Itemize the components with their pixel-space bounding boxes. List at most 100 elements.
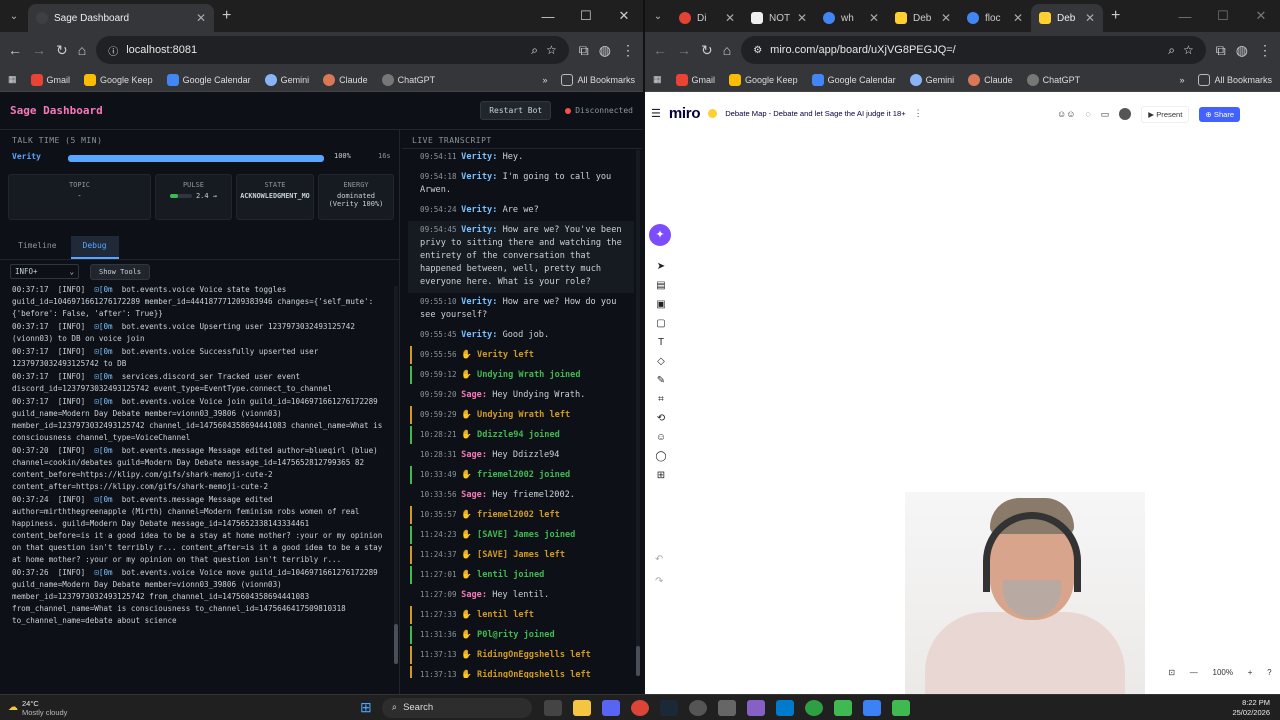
- text-tool-icon[interactable]: T: [654, 337, 668, 351]
- zoom-out-icon[interactable]: —: [1190, 668, 1198, 677]
- tab-2[interactable]: NOT ✕: [743, 4, 815, 32]
- tab-3[interactable]: wh ✕: [815, 4, 887, 32]
- video-icon[interactable]: ▭: [1101, 109, 1110, 120]
- ai-assist-button[interactable]: ✦: [649, 224, 671, 246]
- menu-icon[interactable]: ⋮: [621, 42, 635, 59]
- tab-search-icon[interactable]: ⌄: [0, 11, 28, 22]
- steam-icon[interactable]: [659, 699, 678, 716]
- reload-icon[interactable]: ↻: [56, 42, 68, 59]
- avatar[interactable]: [1119, 108, 1132, 120]
- tab-4[interactable]: Deb ✕: [887, 4, 959, 32]
- weather-widget[interactable]: ☁ 24°C Mostly cloudy: [8, 699, 118, 717]
- pen-icon[interactable]: ✎: [654, 375, 668, 389]
- bookmark-claude[interactable]: Claude: [323, 73, 368, 86]
- notepad-icon[interactable]: [862, 699, 881, 716]
- zoom-icon[interactable]: ⌕: [1168, 43, 1175, 58]
- tab-debug[interactable]: Debug: [70, 236, 119, 259]
- maximize-icon[interactable]: ☐: [567, 8, 605, 24]
- all-bookmarks[interactable]: All Bookmarks: [1198, 73, 1272, 86]
- show-tools-button[interactable]: Show Tools: [90, 264, 151, 280]
- bookmark-chatgpt[interactable]: ChatGPT: [381, 73, 435, 86]
- apps-icon[interactable]: ▦: [653, 74, 662, 85]
- present-button[interactable]: ▶ Present: [1141, 105, 1190, 123]
- home-icon[interactable]: ⌂: [78, 42, 86, 58]
- app-icon-5[interactable]: [891, 699, 910, 716]
- more-bookmarks-icon[interactable]: »: [1179, 75, 1184, 85]
- hamburger-menu-icon[interactable]: ☰: [651, 107, 661, 120]
- reactions-icon[interactable]: ☺☺: [1057, 109, 1075, 119]
- comments-icon[interactable]: ◌: [1085, 109, 1090, 119]
- vscode-icon[interactable]: [775, 699, 794, 716]
- zoom-icon[interactable]: ⌕: [531, 43, 538, 58]
- all-bookmarks[interactable]: All Bookmarks: [561, 73, 635, 86]
- tab-sage-dashboard[interactable]: Sage Dashboard ✕: [28, 4, 214, 32]
- address-bar[interactable]: ⚙ miro.com/app/board/uXjVG8PEGJQ=/ ⌕ ☆: [741, 36, 1206, 64]
- more-bookmarks-icon[interactable]: »: [542, 75, 547, 85]
- home-icon[interactable]: ⌂: [723, 42, 731, 58]
- system-clock[interactable]: 8:22 PM 25/02/2026: [1232, 698, 1270, 718]
- file-explorer-icon[interactable]: [572, 699, 591, 716]
- undo-icon[interactable]: ↶: [655, 554, 663, 565]
- forward-icon[interactable]: →: [677, 42, 691, 58]
- app-icon-2[interactable]: [717, 699, 736, 716]
- sticky-note-icon[interactable]: ▢: [654, 318, 668, 332]
- shapes-icon[interactable]: ◇: [654, 356, 668, 370]
- close-window-icon[interactable]: ✕: [605, 8, 643, 24]
- extensions-icon[interactable]: ⧉: [1216, 42, 1226, 59]
- zoom-level[interactable]: 100%: [1213, 668, 1233, 677]
- tab-timeline[interactable]: Timeline: [0, 236, 71, 259]
- profile-icon[interactable]: ◍: [599, 42, 611, 59]
- tab-1[interactable]: Di ✕: [671, 4, 743, 32]
- maximize-icon[interactable]: ☐: [1204, 8, 1242, 24]
- bookmark-keep[interactable]: Google Keep: [84, 73, 153, 86]
- frame-icon[interactable]: ▣: [654, 299, 668, 313]
- templates-icon[interactable]: ▤: [654, 280, 668, 294]
- bookmark-chatgpt[interactable]: ChatGPT: [1026, 73, 1080, 86]
- transcript-scrollbar[interactable]: [636, 150, 640, 676]
- add-apps-icon[interactable]: ⊞: [654, 470, 668, 484]
- menu-icon[interactable]: ⋮: [1258, 42, 1272, 59]
- star-icon[interactable]: ☆: [546, 43, 557, 57]
- restart-bot-button[interactable]: Restart Bot: [480, 101, 552, 120]
- new-tab-icon[interactable]: +: [1111, 7, 1120, 25]
- board-title[interactable]: Debate Map - Debate and let Sage the AI …: [725, 109, 905, 118]
- log-filter-select[interactable]: INFO+ ⌄: [10, 264, 79, 279]
- discord-icon[interactable]: [601, 699, 620, 716]
- back-icon[interactable]: ←: [8, 42, 22, 58]
- zoom-in-icon[interactable]: +: [1248, 668, 1253, 677]
- task-view-icon[interactable]: [543, 699, 562, 716]
- connector-icon[interactable]: ⟲: [654, 413, 668, 427]
- forward-icon[interactable]: →: [32, 42, 46, 58]
- log-scrollbar[interactable]: [394, 286, 398, 664]
- bookmark-gmail[interactable]: Gmail: [675, 73, 715, 86]
- bookmark-calendar[interactable]: Google Calendar: [811, 73, 896, 86]
- comment-icon[interactable]: ◯: [654, 451, 668, 465]
- minimize-icon[interactable]: —: [1166, 9, 1204, 24]
- board-menu-icon[interactable]: ⋮: [914, 108, 923, 119]
- taskbar-search[interactable]: ⌕ Search: [381, 697, 532, 718]
- bookmark-gemini[interactable]: Gemini: [264, 73, 309, 86]
- bookmark-gemini[interactable]: Gemini: [909, 73, 954, 86]
- select-tool-icon[interactable]: ➤: [654, 261, 668, 275]
- transcript-list[interactable]: 09:54:11 Verity: Hey. 09:54:18 Verity: I'…: [408, 148, 634, 678]
- bookmark-claude[interactable]: Claude: [968, 73, 1013, 86]
- app-icon-3[interactable]: [804, 699, 823, 716]
- back-icon[interactable]: ←: [653, 42, 667, 58]
- bookmark-keep[interactable]: Google Keep: [729, 73, 798, 86]
- apps-icon[interactable]: ▦: [8, 74, 17, 85]
- crop-frame-icon[interactable]: ⌗: [654, 394, 668, 408]
- minimize-icon[interactable]: —: [529, 9, 567, 24]
- bookmark-calendar[interactable]: Google Calendar: [166, 73, 251, 86]
- bookmark-gmail[interactable]: Gmail: [30, 73, 70, 86]
- app-icon-4[interactable]: [833, 699, 852, 716]
- start-icon[interactable]: ⊞: [360, 699, 372, 716]
- fit-icon[interactable]: ⊡: [1168, 668, 1175, 677]
- address-bar[interactable]: ⓘ localhost:8081 ⌕ ☆: [96, 36, 569, 64]
- miro-logo[interactable]: miro: [669, 105, 701, 122]
- profile-icon[interactable]: ◍: [1236, 42, 1248, 59]
- share-button[interactable]: ⊕ Share: [1199, 106, 1241, 122]
- tab-search-icon[interactable]: ⌄: [645, 11, 671, 22]
- app-icon-1[interactable]: [688, 699, 707, 716]
- extensions-icon[interactable]: ⧉: [579, 42, 589, 59]
- tab-6[interactable]: Deb ✕: [1031, 4, 1103, 32]
